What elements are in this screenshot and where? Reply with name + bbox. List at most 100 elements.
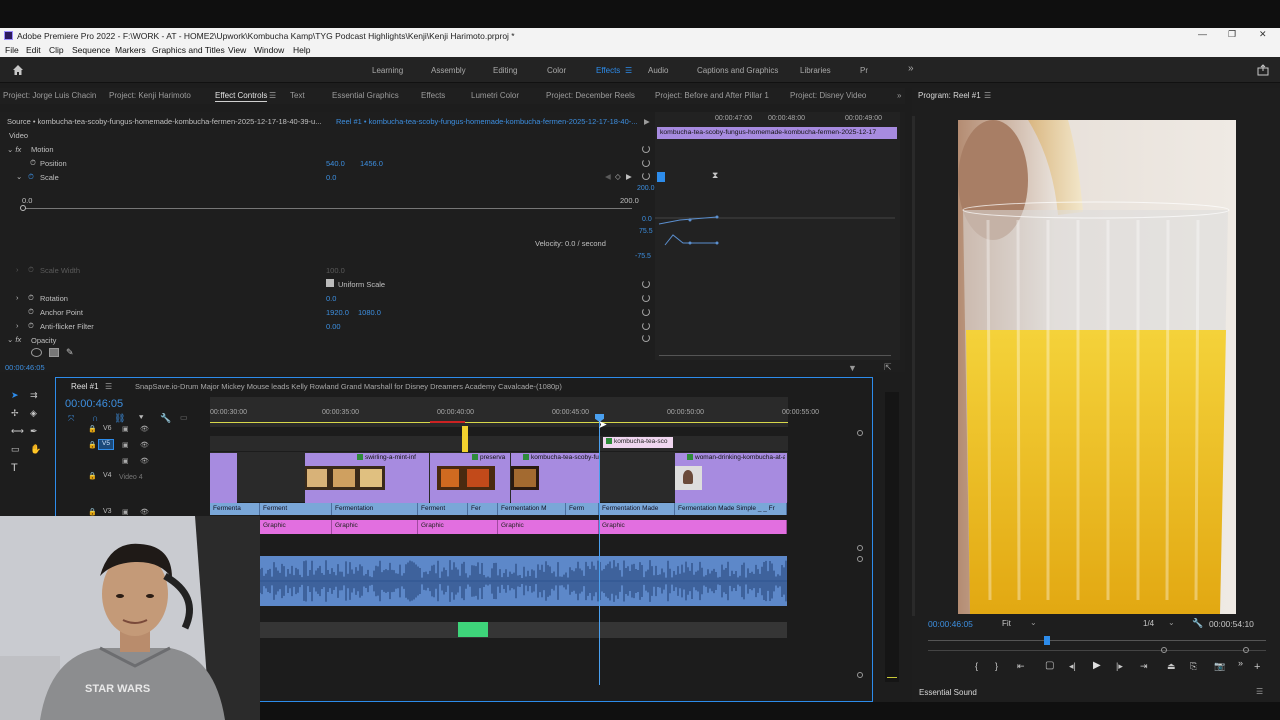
- anchor-stopwatch-icon[interactable]: ⏱: [28, 307, 34, 317]
- tab-effect-controls[interactable]: Effect Controls: [215, 91, 268, 102]
- scale-expand-icon[interactable]: ⌄: [16, 172, 22, 181]
- graphic-clip-1[interactable]: Graphic: [260, 520, 332, 534]
- v4-lock-icon[interactable]: 🔒: [88, 472, 97, 480]
- audio-track-a1[interactable]: [260, 556, 787, 606]
- menu-sequence[interactable]: Sequence: [72, 45, 110, 55]
- pen-tool-icon[interactable]: ✒: [30, 426, 40, 436]
- position-y-value[interactable]: 1456.0: [360, 159, 383, 168]
- timeline-tab-snapsave[interactable]: SnapSave.io-Drum Major Mickey Mouse lead…: [135, 382, 562, 391]
- timeline-scroll-handle-4[interactable]: [857, 672, 863, 678]
- v5-sync-icon[interactable]: ▣: [122, 441, 129, 449]
- antiflicker-value[interactable]: 0.00: [326, 322, 341, 331]
- rotation-expand-icon[interactable]: ›: [16, 293, 19, 302]
- rotation-reset-icon[interactable]: [642, 294, 650, 302]
- maximize-button[interactable]: ❐: [1228, 29, 1236, 40]
- export-frame-icon[interactable]: ⇱: [884, 362, 892, 373]
- anchor-x-value[interactable]: 1920.0: [326, 308, 349, 317]
- text-clip-6[interactable]: Fermentation M: [498, 503, 566, 515]
- more-workspaces-icon[interactable]: »: [908, 63, 914, 74]
- menu-markers[interactable]: Markers: [115, 45, 146, 55]
- uniform-scale-checkbox[interactable]: [326, 279, 334, 287]
- go-to-out-icon[interactable]: ⇥: [1140, 661, 1148, 672]
- graphic-clip-2[interactable]: Graphic: [332, 520, 418, 534]
- rectangle-tool-icon[interactable]: ▭: [11, 444, 21, 454]
- workspace-audio[interactable]: Audio: [648, 66, 668, 75]
- tab-essential-graphics[interactable]: Essential Graphics: [332, 91, 399, 100]
- go-to-in-icon[interactable]: ⇤: [1017, 661, 1025, 672]
- antiflicker-expand-icon[interactable]: ›: [16, 321, 19, 330]
- selection-tool-icon[interactable]: ➤: [11, 390, 21, 400]
- prev-keyframe-icon[interactable]: ◀: [605, 172, 611, 181]
- snap-icon[interactable]: ∩: [92, 413, 98, 423]
- graphic-clip-3[interactable]: Graphic: [418, 520, 498, 534]
- wrench-icon[interactable]: 🔧: [1192, 618, 1203, 629]
- slip-tool-icon[interactable]: ⟷: [11, 426, 24, 436]
- antiflicker-reset-icon[interactable]: [642, 322, 650, 330]
- anchor-y-value[interactable]: 1080.0: [358, 308, 381, 317]
- workspace-assembly[interactable]: Assembly: [431, 66, 466, 75]
- mark-in-icon[interactable]: {: [975, 661, 978, 671]
- captions-icon[interactable]: ▭: [180, 413, 188, 422]
- razor-tool-icon[interactable]: ◈: [30, 408, 40, 418]
- tab-project-kenji[interactable]: Project: Kenji Harimoto: [109, 91, 191, 100]
- tab-project-before-after[interactable]: Project: Before and After Pillar 1: [655, 91, 769, 100]
- tab-project-december[interactable]: Project: December Reels: [546, 91, 635, 100]
- camera-icon[interactable]: 📷: [1214, 661, 1225, 672]
- text-clip-9[interactable]: Fermentation Made Simple _ _ Fr: [675, 503, 787, 515]
- v4-eye-icon[interactable]: 👁: [140, 457, 149, 465]
- mini-zoom-bar[interactable]: [659, 355, 891, 356]
- graphic-clip-5[interactable]: Graphic: [599, 520, 787, 534]
- v3-lock-icon[interactable]: 🔒: [88, 508, 97, 516]
- tab-menu-icon[interactable]: ☰: [269, 91, 276, 100]
- program-playhead[interactable]: [1044, 636, 1050, 645]
- opacity-expand-icon[interactable]: ⌄ fx: [7, 335, 21, 344]
- tab-effects[interactable]: Effects: [421, 91, 445, 100]
- scale-slider-handle[interactable]: [20, 205, 26, 211]
- next-keyframe-icon[interactable]: ▶: [626, 172, 632, 181]
- timeline-ruler[interactable]: 00:00:30:00 00:00:35:00 00:00:40:00 00:0…: [210, 397, 819, 427]
- workspace-pr[interactable]: Pr: [860, 66, 868, 75]
- more-tabs-icon[interactable]: »: [897, 91, 901, 100]
- scale-slider-track[interactable]: [22, 208, 632, 209]
- tab-project-disney[interactable]: Project: Disney Video: [790, 91, 866, 100]
- program-scrub-bar[interactable]: [928, 640, 1266, 641]
- v5-lock-icon[interactable]: 🔒: [88, 441, 97, 449]
- anchor-reset-icon[interactable]: [642, 308, 650, 316]
- share-icon[interactable]: [1257, 64, 1269, 76]
- program-tab[interactable]: Program: Reel #1: [918, 91, 981, 100]
- workspace-captions-and-graphics[interactable]: Captions and Graphics: [697, 66, 778, 75]
- resolution-dropdown[interactable]: 1/4: [1143, 619, 1154, 628]
- text-clip-2[interactable]: Ferment: [260, 503, 332, 515]
- v5-eye-icon[interactable]: 👁: [140, 441, 149, 449]
- zoom-handle-right[interactable]: [1243, 647, 1249, 653]
- text-clip-7[interactable]: Ferm: [566, 503, 599, 515]
- graphic-clip-4[interactable]: Graphic: [498, 520, 599, 534]
- menu-window[interactable]: Window: [254, 45, 284, 55]
- fit-dropdown[interactable]: Fit: [1002, 619, 1011, 628]
- hand-tool-icon[interactable]: ✋: [30, 444, 41, 454]
- workspace-menu-icon[interactable]: ☰: [625, 66, 632, 75]
- program-menu-icon[interactable]: ☰: [984, 91, 991, 100]
- essential-sound-tab[interactable]: Essential Sound: [919, 688, 977, 697]
- ellipse-mask-icon[interactable]: [31, 348, 42, 357]
- essential-sound-menu-icon[interactable]: ☰: [1256, 687, 1263, 696]
- home-icon[interactable]: [12, 64, 24, 76]
- motion-expand-icon[interactable]: ⌄ fx: [7, 145, 21, 154]
- menu-file[interactable]: File: [5, 45, 19, 55]
- motion-reset-icon[interactable]: [642, 145, 650, 153]
- fit-chevron-icon[interactable]: ⌄: [1030, 618, 1037, 627]
- tab-text[interactable]: Text: [290, 91, 305, 100]
- ec-play-icon[interactable]: ▶: [644, 117, 650, 126]
- workspace-effects[interactable]: Effects: [596, 66, 620, 75]
- ec-timecode[interactable]: 00:00:46:05: [5, 363, 45, 372]
- menu-edit[interactable]: Edit: [26, 45, 41, 55]
- v6-lock-icon[interactable]: 🔒: [88, 425, 97, 433]
- menu-clip[interactable]: Clip: [49, 45, 64, 55]
- minimize-button[interactable]: —: [1198, 29, 1207, 39]
- step-back-icon[interactable]: ◂|: [1069, 661, 1076, 672]
- workspace-libraries[interactable]: Libraries: [800, 66, 831, 75]
- scale-stopwatch-icon[interactable]: ⏱: [28, 172, 34, 182]
- v4-sync-icon[interactable]: ▣: [122, 457, 129, 465]
- scale-value[interactable]: 0.0: [326, 173, 336, 182]
- ec-source-dropdown[interactable]: Source • kombucha-tea-scoby-fungus-homem…: [7, 117, 321, 126]
